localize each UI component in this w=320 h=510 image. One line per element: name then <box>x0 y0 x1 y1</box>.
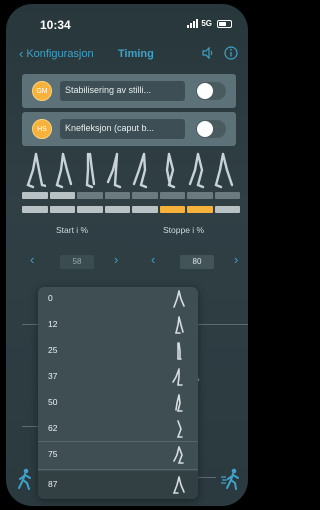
leg-pose-icon <box>176 420 183 438</box>
running-person-icon[interactable] <box>220 468 242 490</box>
percent-dropdown[interactable]: 0 12 25 37 50 62 75 87 <box>38 287 198 499</box>
back-button[interactable]: ‹ Konfigurasjon <box>19 47 94 60</box>
dropdown-option[interactable]: 62 <box>38 417 198 441</box>
muscle-badge-gm: GM <box>32 81 52 101</box>
start-value[interactable]: 58 <box>60 255 94 269</box>
muscle-row-hs: HS Knefleksjon (caput b... <box>22 112 236 146</box>
leg-pose-icon <box>172 476 185 494</box>
leg-pose-icon <box>174 316 184 334</box>
speaker-icon[interactable] <box>201 46 215 60</box>
stop-decrease-button[interactable]: ‹ <box>151 252 155 267</box>
leg-phase-6-icon <box>165 152 176 189</box>
leg-phase-4-icon <box>106 152 122 189</box>
muscle-label-gm[interactable]: Stabilisering av stilli... <box>60 81 185 101</box>
start-label: Start i % <box>56 225 89 235</box>
chevron-left-icon: ‹ <box>19 46 24 61</box>
phase-bar-hs <box>22 206 240 213</box>
status-time: 10:34 <box>40 18 71 32</box>
dropdown-divider <box>38 441 198 442</box>
status-bar: 10:34 5G <box>6 18 248 32</box>
dropdown-option[interactable]: 12 <box>38 313 198 337</box>
start-increase-button[interactable]: › <box>114 252 118 267</box>
stop-label: Stoppe i % <box>163 225 205 235</box>
leg-phase-1-icon <box>26 152 46 189</box>
walking-person-icon[interactable] <box>16 468 34 490</box>
leg-pose-icon <box>173 290 185 308</box>
status-indicators: 5G <box>187 19 232 28</box>
start-decrease-button[interactable]: ‹ <box>30 252 34 267</box>
back-label: Konfigurasjon <box>26 47 94 60</box>
battery-icon <box>217 19 232 28</box>
leg-pose-icon <box>172 368 183 386</box>
leg-phase-8-icon <box>214 152 234 189</box>
leg-phase-3-icon <box>85 152 96 189</box>
leg-phase-7-icon <box>188 152 205 189</box>
stop-value[interactable]: 80 <box>180 255 214 269</box>
dropdown-option[interactable]: 25 <box>38 339 198 363</box>
dropdown-divider <box>38 469 198 470</box>
info-icon[interactable] <box>224 46 238 60</box>
muscle-badge-hs: HS <box>32 119 52 139</box>
muscle-row-gm: GM Stabilisering av stilli... <box>22 74 236 108</box>
leg-pose-icon <box>173 446 184 464</box>
nav-actions <box>201 46 238 60</box>
gait-cycle-figures <box>22 152 240 190</box>
phase-bar-gm <box>22 192 240 199</box>
network-label: 5G <box>201 19 212 28</box>
phone-screen: 10:34 5G ‹ Konfigurasjon Timing GM Stabi… <box>6 4 248 506</box>
toggle-gm[interactable] <box>196 82 226 100</box>
dropdown-option-selected[interactable]: 87 <box>38 471 198 499</box>
navigation-bar: ‹ Konfigurasjon Timing <box>6 46 248 65</box>
stop-increase-button[interactable]: › <box>234 252 238 267</box>
page-title: Timing <box>118 48 154 60</box>
leg-phase-2-icon <box>55 152 73 189</box>
leg-phase-5-icon <box>132 152 148 189</box>
leg-pose-icon <box>175 394 183 412</box>
dropdown-option[interactable]: 0 <box>38 287 198 311</box>
toggle-hs[interactable] <box>196 120 226 138</box>
dropdown-option[interactable]: 37 <box>38 365 198 389</box>
leg-pose-icon <box>177 342 182 360</box>
dropdown-option[interactable]: 50 <box>38 391 198 415</box>
muscle-label-hs[interactable]: Knefleksjon (caput b... <box>60 119 185 139</box>
signal-icon <box>187 19 199 28</box>
dropdown-option[interactable]: 75 <box>38 443 198 467</box>
